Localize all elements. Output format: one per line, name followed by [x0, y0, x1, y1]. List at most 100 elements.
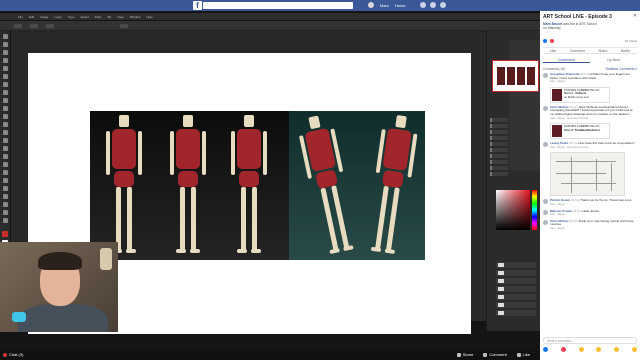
menu-item[interactable]: View [117, 15, 123, 19]
tool-icon[interactable] [2, 130, 8, 135]
menu-item[interactable]: Image [40, 15, 48, 19]
facebook-search-input[interactable] [203, 2, 353, 9]
user-name[interactable]: Marc [380, 3, 389, 8]
facebook-logo-icon[interactable]: f [193, 1, 202, 10]
tool-icon[interactable] [2, 202, 8, 207]
tool-icon[interactable] [2, 42, 8, 47]
tool-icon[interactable] [2, 74, 8, 79]
post-share-button[interactable]: Share [598, 49, 607, 53]
post-comment-button[interactable]: Comment [570, 49, 585, 53]
like-button[interactable]: Like [516, 352, 530, 357]
avatar[interactable] [543, 142, 548, 148]
history-state[interactable] [490, 136, 508, 140]
layer-row[interactable] [496, 310, 536, 316]
layer-row[interactable] [496, 262, 536, 268]
history-state[interactable] [490, 148, 508, 152]
post-like-button[interactable]: Like [550, 49, 556, 53]
tool-icon[interactable] [2, 146, 8, 151]
history-state[interactable] [490, 130, 508, 134]
tool-icon[interactable] [2, 122, 8, 127]
avatar[interactable] [543, 73, 548, 78]
comment-links[interactable]: Like · Reply · Remove Preview [550, 116, 637, 121]
tool-icon[interactable] [2, 154, 8, 159]
avatar[interactable] [543, 199, 548, 205]
tool-icon[interactable] [2, 90, 8, 95]
history-state[interactable] [490, 172, 508, 176]
tool-icon[interactable] [2, 66, 8, 71]
history-state[interactable] [490, 154, 508, 158]
link-preview[interactable]: FORUMS.CUBEBRUSH.CO Term 3 - Palmest no Ma… [550, 86, 610, 103]
tab-up-next[interactable]: Up Next [590, 58, 637, 62]
history-state[interactable] [490, 142, 508, 146]
home-link[interactable]: Home [395, 3, 406, 8]
history-state[interactable] [490, 124, 508, 128]
menu-item[interactable]: Filter [95, 15, 102, 19]
history-state[interactable] [490, 118, 508, 122]
menu-item[interactable]: Window [130, 15, 141, 19]
layer-row[interactable] [496, 270, 536, 276]
tool-icon[interactable] [2, 194, 8, 199]
love-reaction-icon[interactable] [560, 347, 566, 352]
sad-reaction-icon[interactable] [614, 347, 620, 352]
like-reaction-icon[interactable] [543, 347, 548, 352]
avatar[interactable] [368, 2, 374, 8]
tool-icon[interactable] [2, 82, 8, 87]
attached-sketch-image[interactable] [550, 152, 625, 197]
comment-links[interactable]: Like · Reply [550, 213, 599, 217]
menu-item[interactable]: Help [146, 15, 152, 19]
layer-row[interactable] [496, 278, 536, 284]
foreground-color-swatch[interactable] [2, 231, 8, 237]
tool-icon[interactable] [2, 178, 8, 183]
angry-reaction-icon[interactable] [631, 347, 637, 352]
tool-icon[interactable] [2, 98, 8, 103]
menu-item[interactable]: Edit [29, 15, 34, 19]
layer-row[interactable] [496, 302, 536, 308]
notifications-icon[interactable] [440, 2, 446, 8]
tool-icon[interactable] [2, 106, 8, 111]
tab-comments[interactable]: Comments [543, 58, 590, 63]
comment-links[interactable]: Like · Reply [550, 226, 637, 231]
link-preview[interactable]: FORUMS.CUBEBRUSH.CO Term 3: ThatBluePanGh… [550, 123, 610, 140]
wow-reaction-icon[interactable] [596, 347, 602, 352]
photoshop-options-bar [0, 21, 540, 31]
chat-count[interactable]: Chat (3) [9, 352, 23, 357]
comment-item: Chris Molnyz 21 hrs thank you I was havi… [543, 219, 637, 231]
menu-item[interactable]: Layer [54, 15, 62, 19]
layer-row[interactable] [496, 286, 536, 292]
tool-icon[interactable] [2, 186, 8, 191]
tool-icon[interactable] [2, 34, 8, 39]
comment-input[interactable]: Write a comment... [543, 337, 637, 344]
history-state[interactable] [490, 166, 508, 170]
comments-order-dropdown[interactable]: Realtime Comments ▾ [606, 67, 637, 71]
tool-icon[interactable] [2, 50, 8, 55]
menu-item[interactable]: Type [68, 15, 75, 19]
tool-icon[interactable] [2, 162, 8, 167]
menu-item[interactable]: Select [80, 15, 88, 19]
tool-icon[interactable] [2, 138, 8, 143]
facebook-user-menu[interactable]: Marc Home [368, 2, 406, 8]
haha-reaction-icon[interactable] [578, 347, 584, 352]
tool-icon[interactable] [2, 210, 8, 215]
reaction-summary[interactable]: 1K Views [543, 39, 637, 43]
comment-links[interactable]: Like · Reply [550, 80, 637, 84]
avatar[interactable] [543, 219, 548, 225]
menu-item[interactable]: 3D [107, 15, 111, 19]
screen: f Marc Home File Edit Image Layer Type Select… [0, 0, 640, 360]
history-state[interactable] [490, 160, 508, 164]
share-button[interactable]: Share [456, 352, 473, 357]
close-icon[interactable]: ✕ [633, 13, 637, 19]
menu-item[interactable]: File [18, 15, 23, 19]
comment-links[interactable]: Like · Reply [550, 202, 632, 207]
comment-links[interactable]: Like · Reply · Remove Preview [550, 145, 634, 150]
tool-icon[interactable] [2, 218, 8, 223]
layer-row[interactable] [496, 294, 536, 300]
avatar[interactable] [543, 209, 548, 215]
post-buffer-button[interactable]: Buffer [621, 49, 630, 53]
avatar[interactable] [543, 105, 548, 111]
tool-icon[interactable] [2, 114, 8, 119]
comment-button[interactable]: Comment [483, 352, 507, 357]
messages-icon[interactable] [430, 2, 436, 8]
tool-icon[interactable] [2, 170, 8, 175]
friends-icon[interactable] [420, 2, 426, 8]
tool-icon[interactable] [2, 58, 8, 63]
